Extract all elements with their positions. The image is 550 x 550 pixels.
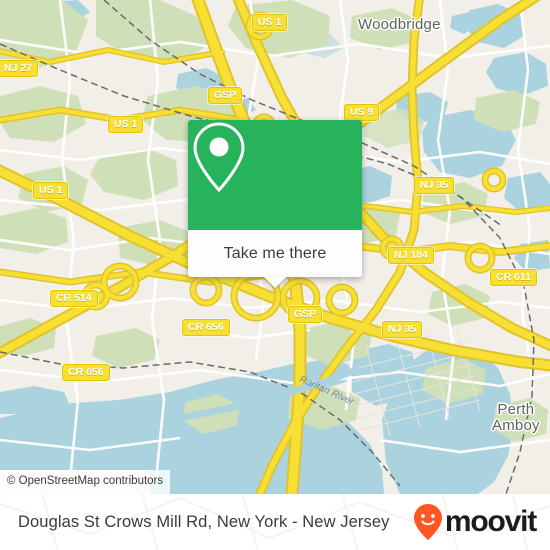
popup-header	[188, 120, 362, 230]
location-title: Douglas St Crows Mill Rd, New York - New…	[18, 512, 390, 531]
moovit-smiley-pin-icon	[413, 504, 442, 540]
shield-nj-35-south[interactable]: NJ 35	[382, 321, 423, 338]
shield-cr-656-north[interactable]: CR 656	[182, 319, 230, 336]
map-pin-icon	[193, 122, 245, 193]
shield-gsp-south[interactable]: GSP	[288, 306, 323, 323]
take-me-there-label: Take me there	[223, 244, 327, 262]
shield-cr-611[interactable]: CR 611	[490, 269, 538, 286]
shield-gsp-north[interactable]: GSP	[208, 87, 243, 104]
location-popup[interactable]: Take me there	[188, 120, 362, 288]
shield-cr-656-south[interactable]: CR 656	[62, 364, 110, 381]
map-screenshot: Woodbridge Perth Amboy Raritan River US …	[0, 0, 550, 550]
footer-bar: Douglas St Crows Mill Rd, New York - New…	[0, 494, 550, 550]
moovit-wordmark: moovit	[444, 505, 537, 538]
popup-action[interactable]: Take me there	[188, 230, 362, 288]
shield-cr-514[interactable]: CR 514	[50, 290, 98, 307]
shield-nj-184[interactable]: NJ 184	[388, 247, 434, 264]
map-canvas[interactable]: Woodbridge Perth Amboy Raritan River US …	[0, 0, 550, 494]
shield-us-1-west[interactable]: US 1	[33, 182, 69, 199]
shield-nj-27[interactable]: NJ 27	[0, 60, 39, 77]
shield-nj-35-north[interactable]: NJ 35	[414, 177, 455, 194]
osm-attribution[interactable]: © OpenStreetMap contributors	[0, 470, 171, 494]
shield-us-1-mid[interactable]: US 1	[108, 116, 144, 133]
moovit-logo[interactable]: moovit	[413, 503, 537, 541]
popup-tail	[264, 277, 286, 288]
shield-us-1-north[interactable]: US 1	[252, 14, 288, 31]
shield-us-9[interactable]: US 9	[344, 104, 380, 121]
